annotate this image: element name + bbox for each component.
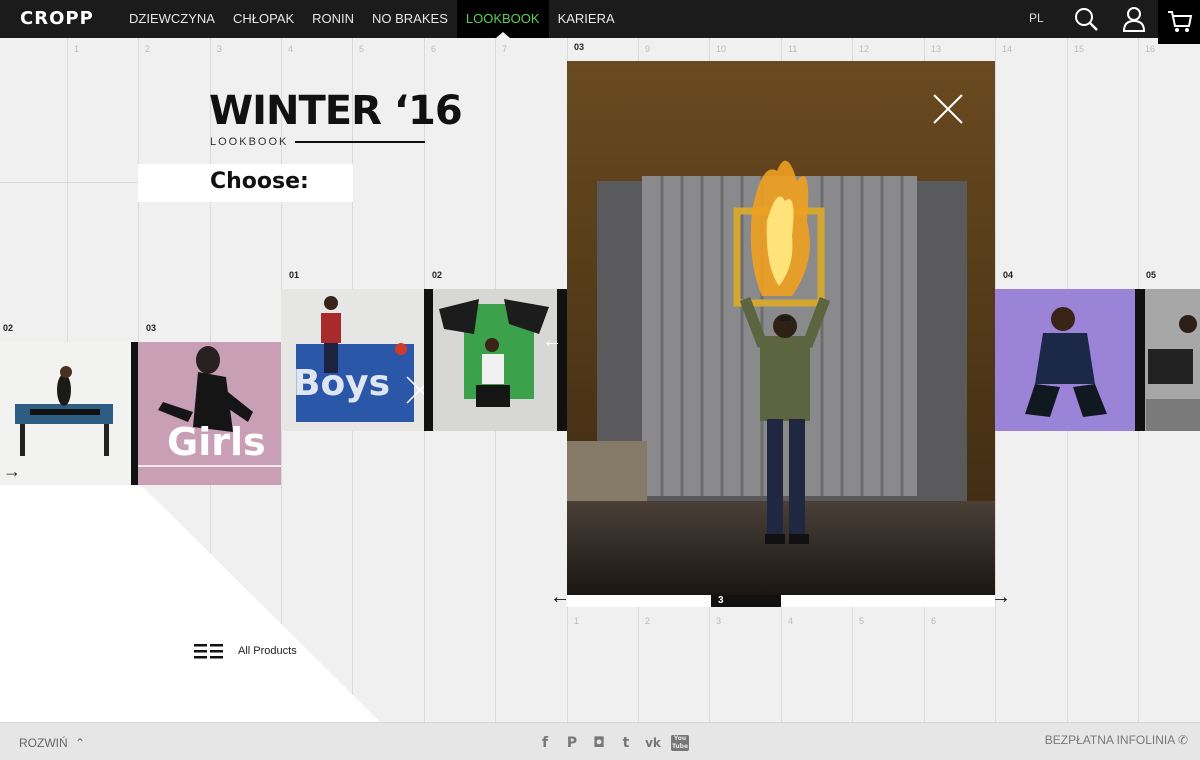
expand-label: ROZWIŃ <box>19 736 68 750</box>
next-arrow[interactable]: → <box>995 330 997 353</box>
all-products-link[interactable]: All Products <box>194 643 297 659</box>
column-number: 5 <box>359 44 365 54</box>
girls-thumbnail-1[interactable]: → <box>0 342 138 485</box>
page-title: WINTER ‘16 <box>209 88 463 134</box>
nav-ronin[interactable]: RONIN <box>303 0 363 38</box>
pager-number[interactable]: 4 <box>788 616 793 626</box>
pager-number[interactable]: 2 <box>645 616 650 626</box>
top-nav: CROPP DZIEWCZYNA CHŁOPAK RONIN NO BRAKES… <box>0 0 1200 44</box>
street-photo <box>1138 289 1200 431</box>
thumbnail-number: 04 <box>1003 270 1014 280</box>
user-icon[interactable] <box>1121 6 1147 32</box>
thumbnail-number: 05 <box>1146 270 1157 280</box>
pager-current[interactable]: 3 <box>711 595 781 607</box>
grid-list-icon <box>194 644 223 659</box>
column-number: 10 <box>716 44 727 54</box>
column-number: 4 <box>288 44 294 54</box>
divider <box>295 141 425 143</box>
column-number: 6 <box>431 44 437 54</box>
column-number: 7 <box>502 44 508 54</box>
thumbnail-number: 03 <box>146 323 157 333</box>
vk-icon[interactable]: vk <box>644 735 662 751</box>
column-number: 03 <box>574 42 585 52</box>
pager-number[interactable]: 3 <box>716 616 721 626</box>
boys-thumbnail-1[interactable]: Boys <box>281 289 424 431</box>
boy-purple-photo <box>995 289 1138 431</box>
boy-studio-photo <box>424 289 567 431</box>
phone-icon: ✆ <box>1177 733 1188 747</box>
previous-arrow[interactable]: ← <box>542 330 562 353</box>
nav-lookbook[interactable]: LOOKBOOK <box>456 0 549 38</box>
column-number: 13 <box>931 44 942 54</box>
thumbnail-05[interactable] <box>1138 289 1200 431</box>
column-number: 14 <box>1002 44 1013 54</box>
burning-frame-photo <box>567 61 995 595</box>
thumbnail-number: 02 <box>432 270 443 280</box>
girls-caption: Girls <box>167 420 266 464</box>
column-number: 16 <box>1145 44 1156 54</box>
column-number: 15 <box>1074 44 1085 54</box>
thumbnail-number: 02 <box>3 323 14 333</box>
instagram-icon[interactable]: ◘ <box>590 735 608 751</box>
pager-number[interactable]: 6 <box>931 616 936 626</box>
column-number: 1 <box>74 44 80 54</box>
column-number: 9 <box>645 44 651 54</box>
main-menu: DZIEWCZYNA CHŁOPAK RONIN NO BRAKES LOOKB… <box>120 0 624 38</box>
cropp-logo[interactable]: CROPP <box>20 8 94 29</box>
pinterest-icon[interactable]: P <box>563 735 581 751</box>
boys-thumbnail-2[interactable]: ← <box>424 289 567 431</box>
hotline-label: BEZPŁATNA INFOLINIA <box>1044 733 1175 747</box>
all-products-label: All Products <box>238 645 297 657</box>
thumbnail-number: 01 <box>289 270 300 280</box>
tumblr-icon[interactable]: t <box>617 735 635 751</box>
boys-caption: Boys <box>293 363 391 404</box>
column-number: 11 <box>788 44 798 54</box>
main-lookbook-photo <box>567 61 995 595</box>
pager-number[interactable]: 5 <box>859 616 864 626</box>
expand-button[interactable]: ROZWIŃ ⌃ <box>19 736 85 750</box>
girl-ping-pong-photo: → <box>0 342 138 485</box>
choose-label: Choose: <box>210 169 309 194</box>
close-icon[interactable] <box>932 93 964 125</box>
social-links: f P ◘ t vk You Tube <box>536 735 698 751</box>
close-icon[interactable] <box>405 375 424 405</box>
choose-box: Choose: <box>138 164 353 202</box>
pager-number[interactable]: 1 <box>574 616 579 626</box>
column-number: 2 <box>145 44 151 54</box>
next-photo-arrow[interactable]: → <box>991 586 1011 609</box>
nav-kariera[interactable]: KARIERA <box>549 0 624 38</box>
youtube-icon[interactable]: You Tube <box>671 735 689 751</box>
photo-pager: 3 <box>567 595 995 607</box>
column-number: 3 <box>217 44 223 54</box>
language-switch[interactable]: PL <box>1029 11 1044 25</box>
thumbnail-04[interactable]: → <box>995 289 1138 431</box>
hotline-link[interactable]: BEZPŁATNA INFOLINIA ✆ <box>1045 733 1188 747</box>
svg-text:→: → <box>3 461 21 481</box>
page-subtitle: LOOKBOOK <box>210 136 289 148</box>
nav-no-brakes[interactable]: NO BRAKES <box>363 0 457 38</box>
girls-thumbnail-2[interactable]: Girls <box>138 342 281 485</box>
column-number: 12 <box>859 44 870 54</box>
nav-dziewczyna[interactable]: DZIEWCZYNA <box>120 0 224 38</box>
facebook-icon[interactable]: f <box>536 735 554 751</box>
chevron-up-icon: ⌃ <box>75 736 86 750</box>
search-icon[interactable] <box>1073 6 1099 32</box>
footer-bar: ROZWIŃ ⌃ f P ◘ t vk You Tube BEZPŁATNA I… <box>0 722 1200 760</box>
boy-jump-photo <box>281 289 424 431</box>
nav-chlopak[interactable]: CHŁOPAK <box>224 0 303 38</box>
